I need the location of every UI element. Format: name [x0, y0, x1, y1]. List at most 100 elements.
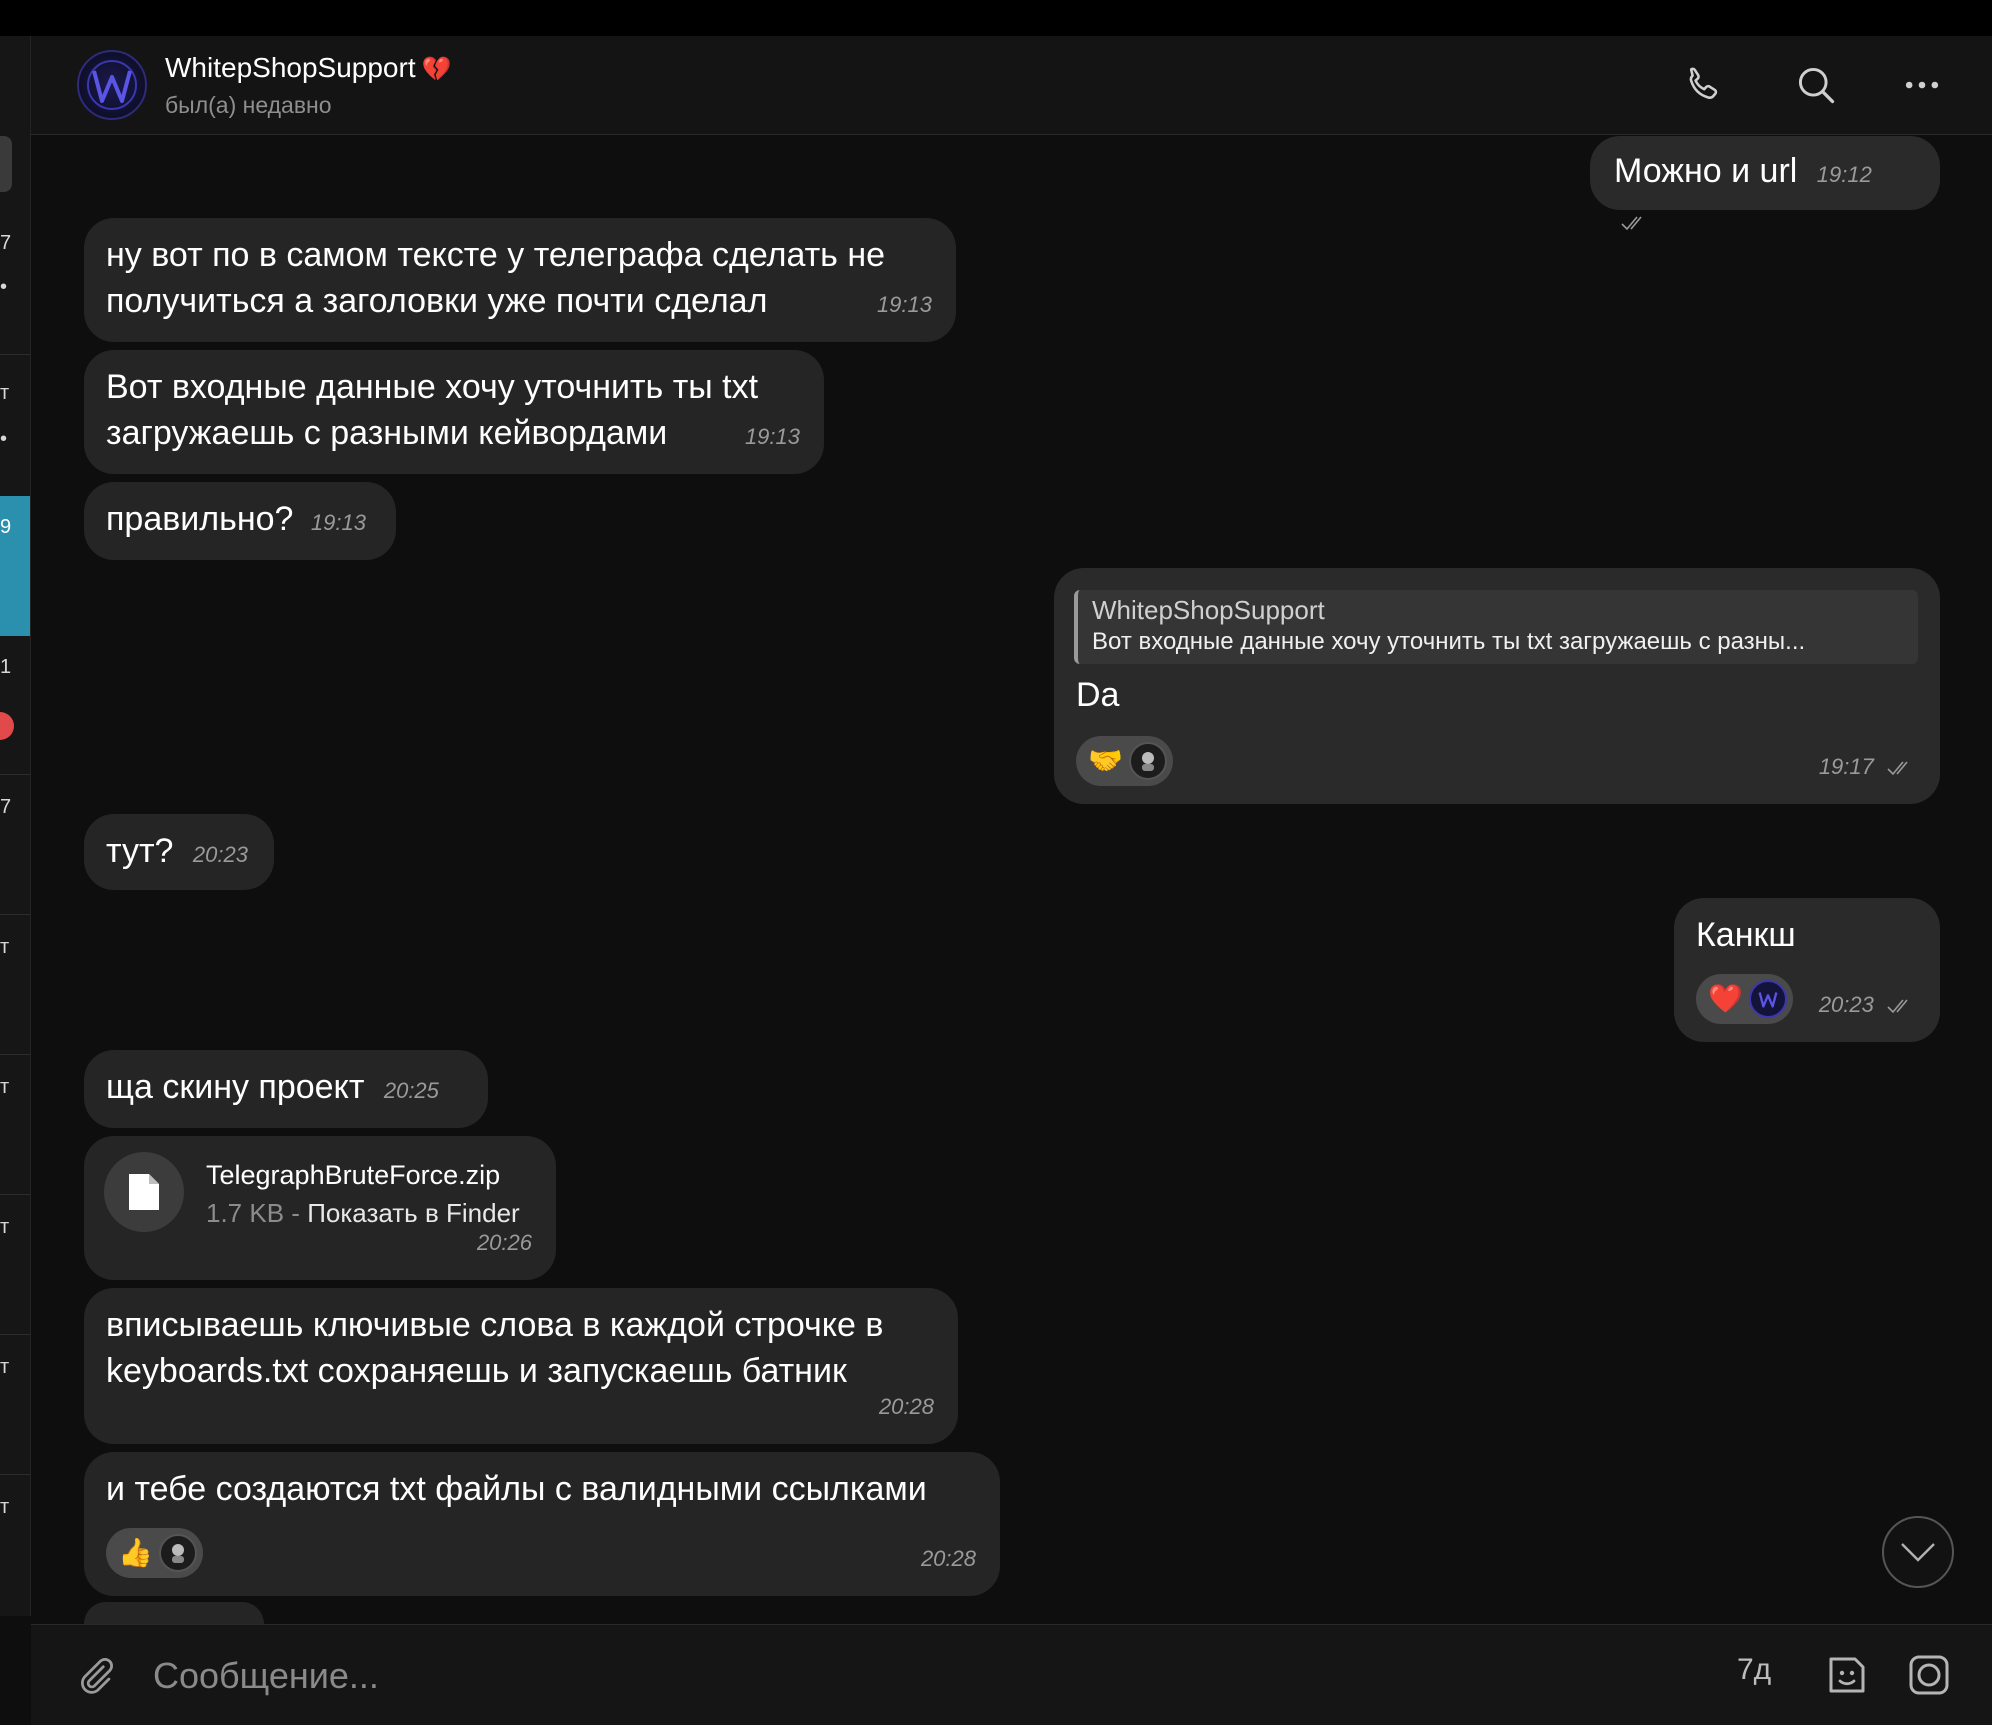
avatar[interactable]	[77, 50, 147, 120]
file-size: 1.7 KB	[206, 1198, 285, 1228]
chat-list-dot: •	[0, 428, 8, 450]
search-button[interactable]	[1791, 60, 1841, 110]
chat-list-edge: 7 • т • 9 1 7 т т т т т	[0, 36, 31, 1616]
message-text: Da	[1076, 676, 1120, 714]
paperclip-icon	[81, 1658, 113, 1694]
document-icon	[129, 1174, 159, 1210]
divider	[0, 1474, 30, 1475]
chat-list-badge: т	[0, 1216, 10, 1238]
message-incoming[interactable]: и тебе создаются txt файлы с валидными с…	[84, 1452, 1000, 1596]
astronaut-avatar-icon	[171, 1544, 184, 1563]
handshake-emoji-icon: 🤝	[1088, 745, 1123, 776]
message-time: 20:26	[476, 1230, 532, 1255]
chevron-down-icon	[1901, 1543, 1935, 1562]
read-checkmarks-icon	[1621, 216, 1642, 231]
thumbs-up-emoji-icon: 👍	[118, 1537, 153, 1568]
message-time: 20:28	[878, 1394, 934, 1419]
reaction-chip[interactable]: 👍	[106, 1528, 203, 1578]
window-top-strip	[0, 0, 1992, 36]
reaction-chip[interactable]: ❤️	[1696, 974, 1793, 1024]
chat-list-badge: т	[0, 1496, 10, 1518]
message-incoming[interactable]: правильно? 19:13	[84, 482, 396, 560]
message-file[interactable]: TelegraphBruteForce.zip 1.7 KB - Показат…	[84, 1136, 556, 1280]
call-button[interactable]	[1679, 60, 1729, 110]
message-text-line: вписываешь ключивые слова в каждой строч…	[106, 1306, 884, 1344]
message-incoming[interactable]: тут? 20:23	[84, 814, 274, 890]
phone-icon	[1689, 67, 1718, 99]
reply-text: Вот входные данные хочу уточнить ты txt …	[1092, 628, 1806, 655]
avatar-logo-icon	[87, 60, 137, 110]
message-text-line: ну вот по в самом тексте у телеграфа сде…	[106, 236, 886, 274]
message-incoming[interactable]: вписываешь ключивые слова в каждой строч…	[84, 1288, 958, 1444]
unread-badge	[0, 712, 14, 740]
message-time: 20:28	[920, 1546, 976, 1571]
divider	[0, 1334, 30, 1335]
chat-title[interactable]: WhitepShopSupport 💔	[165, 52, 452, 84]
message-outgoing[interactable]: Канкш ❤️ 20:23	[1674, 898, 1940, 1042]
chat-list-badge: т	[0, 936, 10, 958]
attach-button[interactable]	[67, 1647, 123, 1703]
sticker-icon	[1829, 1657, 1865, 1693]
input-language-indicator: 7д	[1737, 1653, 1772, 1686]
chat-list-dot: •	[0, 276, 8, 298]
heart-emoji-icon: 💔	[421, 56, 452, 83]
file-meta: 1.7 KB - Показать в Finder	[206, 1190, 520, 1236]
heart-emoji-icon: ❤️	[1708, 983, 1743, 1014]
astronaut-avatar-icon	[1141, 752, 1154, 771]
message-outgoing[interactable]: Можно и url 19:12	[1590, 136, 1940, 231]
message-time: 20:23	[192, 842, 248, 867]
search-icon	[1798, 67, 1835, 104]
file-meta-separator: -	[291, 1198, 300, 1228]
reply-quote[interactable]: WhitepShopSupport Вот входные данные хоч…	[1074, 590, 1918, 664]
sticker-button[interactable]	[1819, 1647, 1875, 1703]
video-note-icon	[1909, 1655, 1949, 1695]
message-incoming[interactable]: ща скину проект 20:25	[84, 1050, 488, 1128]
chat-list-badge: т	[0, 1076, 10, 1098]
more-button[interactable]	[1897, 60, 1947, 110]
message-text-line: загружаешь с разными кейвордами	[106, 414, 668, 452]
message-incoming-partial	[84, 1602, 264, 1624]
message-time-group: 19:17	[1819, 744, 1916, 790]
reactor-avatar	[1128, 742, 1167, 780]
message-input[interactable]	[151, 1649, 1355, 1703]
chat-list-badge: 7	[0, 232, 12, 254]
message-composer: 7д	[31, 1624, 1992, 1725]
more-dots-icon	[1905, 81, 1939, 89]
file-download-button[interactable]	[104, 1152, 184, 1232]
divider	[0, 914, 30, 915]
message-time-group: 20:23	[1819, 982, 1916, 1028]
avatar-logo-icon	[1758, 992, 1778, 1008]
chat-list-item-partial[interactable]	[0, 136, 12, 192]
reply-author: WhitepShopSupport	[1092, 595, 1325, 625]
reaction-chip[interactable]: 🤝	[1076, 736, 1173, 786]
message-time: 19:12	[1816, 162, 1872, 187]
message-time: 19:13	[876, 292, 932, 317]
reactor-avatar	[158, 1534, 197, 1572]
message-text: тут?	[106, 832, 174, 870]
message-time: 19:13	[744, 424, 800, 449]
message-text: ща скину проект	[106, 1068, 365, 1106]
message-time: 20:23	[1818, 992, 1874, 1017]
message-text: правильно?	[106, 500, 294, 538]
divider	[0, 1194, 30, 1195]
message-incoming[interactable]: ну вот по в самом тексте у телеграфа сде…	[84, 218, 956, 342]
message-time: 19:13	[310, 510, 366, 535]
chat-title-text: WhitepShopSupport	[165, 52, 416, 83]
message-text: Можно и url	[1614, 152, 1798, 190]
message-text-line: keyboards.txt сохраняешь и запускаешь ба…	[106, 1352, 847, 1390]
message-text-line: получиться а заголовки уже почти сделал	[106, 282, 768, 320]
chat-header: WhitepShopSupport 💔 был(а) недавно	[31, 36, 1992, 135]
chat-list-badge: т	[0, 1356, 10, 1378]
scroll-to-bottom-button[interactable]	[1882, 1516, 1954, 1588]
divider	[0, 354, 30, 355]
reactor-avatar	[1748, 980, 1787, 1018]
message-time: 20:25	[383, 1078, 439, 1103]
chat-list-badge: т	[0, 382, 10, 404]
chat-list-badge: 9	[0, 516, 12, 538]
message-incoming[interactable]: Вот входные данные хочу уточнить ты txt …	[84, 350, 824, 474]
chat-status: был(а) недавно	[165, 92, 332, 118]
message-time: 19:17	[1818, 754, 1874, 779]
divider	[0, 1054, 30, 1055]
message-outgoing[interactable]: WhitepShopSupport Вот входные данные хоч…	[1054, 568, 1940, 804]
video-message-button[interactable]	[1901, 1647, 1957, 1703]
